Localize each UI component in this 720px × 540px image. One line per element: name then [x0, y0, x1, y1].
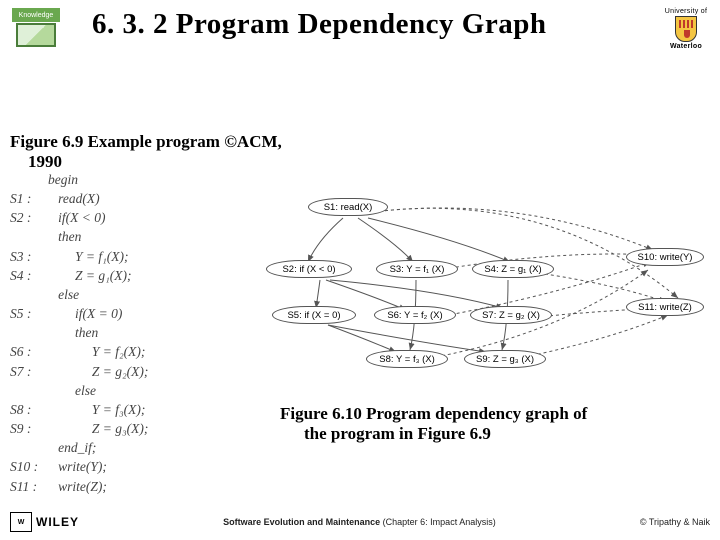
graph-node-s7: S7: Z = g₂ (X)	[470, 306, 552, 324]
stmt-code: Y = f₃(X);	[92, 400, 146, 419]
slide-footer: W WILEY Software Evolution and Maintenan…	[0, 512, 720, 532]
stmt-label: S6 :	[10, 342, 48, 361]
waterloo-logo: University of Waterloo	[664, 8, 708, 50]
stmt-code: Z = g₂(X);	[92, 362, 149, 381]
program-listing: begin S1 : read(X) S2 : if(X < 0) then S…	[10, 170, 148, 496]
waterloo-logo-top: University of	[664, 8, 708, 15]
stmt-label: S4 :	[10, 266, 48, 285]
wiley-logo: W WILEY	[10, 512, 79, 532]
stmt-label: S7 :	[10, 362, 48, 381]
graph-node-s9: S9: Z = g₃ (X)	[464, 350, 546, 368]
stmt-code: if(X = 0)	[75, 304, 122, 323]
graph-node-s3: S3: Y = f₁ (X)	[376, 260, 458, 278]
graph-node-s4: S4: Z = g₁ (X)	[472, 260, 554, 278]
figure-6-10-caption: Figure 6.10 Program dependency graph of …	[280, 404, 660, 444]
stmt-label: S1 :	[10, 189, 48, 208]
stmt-code: read(X)	[58, 189, 99, 208]
shield-icon	[675, 16, 697, 42]
graph-node-s11: S11: write(Z)	[626, 298, 704, 316]
graph-node-s6: S6: Y = f₂ (X)	[374, 306, 456, 324]
caption-line: 1990	[10, 152, 62, 171]
stmt-code: if(X < 0)	[58, 208, 105, 227]
wiley-mark-icon: W	[10, 512, 32, 532]
graph-node-s8: S8: Y = f₃ (X)	[366, 350, 448, 368]
stmt-label: S8 :	[10, 400, 48, 419]
stmt-label: S5 :	[10, 304, 48, 323]
stmt-code: write(Y);	[58, 457, 107, 476]
graph-node-s10: S10: write(Y)	[626, 248, 704, 266]
slide-title: 6. 3. 2 Program Dependency Graph	[60, 8, 664, 41]
stmt-label: S2 :	[10, 208, 48, 227]
graph-node-s5: S5: if (X = 0)	[272, 306, 356, 324]
stmt-label: S3 :	[10, 247, 48, 266]
figure-6-9-caption: Figure 6.9 Example program ©ACM, 1990	[10, 132, 360, 171]
waterloo-logo-name: Waterloo	[664, 43, 708, 50]
kw-then: then	[75, 323, 98, 342]
knowledge-logo-text: Knowledge	[12, 8, 60, 22]
stmt-code: write(Z);	[58, 477, 107, 496]
kw-then: then	[58, 227, 81, 246]
stmt-code: Z = g₁(X);	[75, 266, 132, 285]
dependency-graph: S1: read(X) S2: if (X < 0) S3: Y = f₁ (X…	[258, 190, 710, 400]
footer-book-title: Software Evolution and Maintenance	[223, 517, 380, 527]
wiley-text: WILEY	[36, 515, 79, 529]
stmt-code: Y = f₁(X);	[75, 247, 129, 266]
slide-header: Knowledge 6. 3. 2 Program Dependency Gra…	[0, 0, 720, 50]
graph-node-s2: S2: if (X < 0)	[266, 260, 352, 278]
caption-line: Figure 6.10 Program dependency graph of	[280, 404, 587, 423]
footer-center: Software Evolution and Maintenance (Chap…	[79, 517, 640, 527]
stmt-label: S9 :	[10, 419, 48, 438]
footer-chapter: (Chapter 6: Impact Analysis)	[380, 517, 496, 527]
graph-edges	[258, 190, 710, 400]
kw-endif: end_if;	[58, 438, 96, 457]
kw-else: else	[75, 381, 96, 400]
kw-else: else	[58, 285, 79, 304]
stmt-code: Y = f₂(X);	[92, 342, 146, 361]
footer-copyright: © Tripathy & Naik	[640, 517, 710, 527]
graph-node-s1: S1: read(X)	[308, 198, 388, 216]
stmt-label: S11 :	[10, 477, 48, 496]
caption-line: Figure 6.9 Example program ©ACM,	[10, 132, 282, 151]
stmt-label: S10 :	[10, 457, 48, 476]
caption-line: the program in Figure 6.9	[280, 424, 491, 443]
kw-begin: begin	[48, 170, 78, 189]
knowledge-logo-icon	[16, 23, 56, 47]
knowledge-logo: Knowledge	[12, 8, 60, 48]
stmt-code: Z = g₃(X);	[92, 419, 149, 438]
